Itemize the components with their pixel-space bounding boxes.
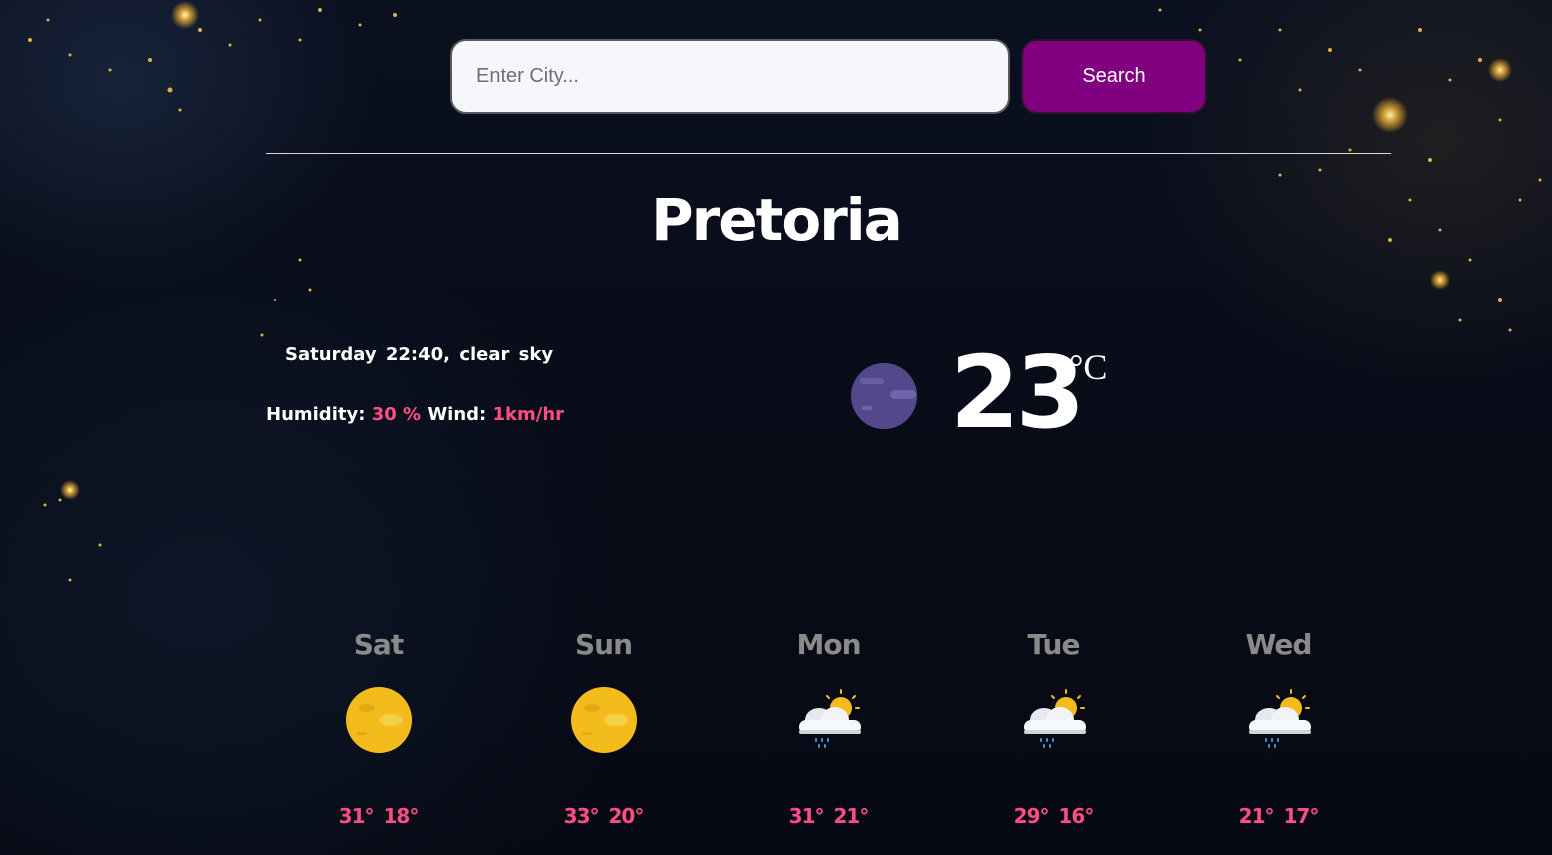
forecast-day-name: Tue: [1027, 628, 1081, 661]
forecast-high: 31°: [338, 804, 375, 828]
forecast-day: Mon 31° 21°: [716, 628, 941, 848]
sun-icon: [346, 687, 412, 753]
humidity-label: Humidity:: [266, 404, 366, 425]
forecast-low: 21°: [833, 804, 870, 828]
forecast-high: 21°: [1238, 804, 1275, 828]
current-temperature: 23: [950, 334, 1085, 451]
search-button[interactable]: Search: [1021, 39, 1207, 114]
weather-app: Search Pretoria Saturday 22:40, clear sk…: [0, 0, 1552, 855]
current-details: Humidity: 30 % Wind: 1km/hr: [266, 404, 564, 425]
temperature-unit: °C: [1069, 347, 1108, 387]
wind-value: 1km/hr: [492, 404, 565, 425]
moon-icon: [851, 363, 917, 429]
forecast-temps: 31° 21°: [716, 804, 941, 828]
forecast-day-name: Sun: [574, 628, 633, 661]
divider: [266, 153, 1391, 154]
forecast-day-name: Mon: [796, 628, 861, 661]
forecast-low: 18°: [383, 804, 420, 828]
current-conditions: Saturday 22:40, clear sky: [285, 344, 553, 365]
forecast-day-name: Wed: [1245, 628, 1313, 661]
forecast-low: 17°: [1283, 804, 1320, 828]
forecast-low: 16°: [1058, 804, 1095, 828]
forecast-high: 31°: [788, 804, 825, 828]
rain-cloud-sun-icon: [1249, 689, 1311, 748]
weather-description: clear sky: [459, 344, 554, 365]
day-time: Saturday 22:40,: [285, 344, 451, 365]
forecast-temps: 21° 17°: [1166, 804, 1391, 828]
city-search-input[interactable]: [450, 39, 1010, 114]
sun-icon: [571, 687, 637, 753]
forecast-row: Sat 31° 18° Sun 33° 20° Mon 31° 21° Tue …: [266, 628, 1391, 848]
forecast-high: 33°: [563, 804, 600, 828]
wind-label: Wind:: [427, 404, 487, 425]
humidity-value: 30 %: [371, 404, 422, 425]
forecast-temps: 31° 18°: [266, 804, 491, 828]
forecast-day-name: Sat: [353, 628, 404, 661]
rain-cloud-sun-icon: [1024, 689, 1086, 748]
forecast-day: Sun 33° 20°: [491, 628, 716, 848]
search-bar: Search: [450, 39, 1207, 115]
forecast-high: 29°: [1013, 804, 1050, 828]
forecast-day: Tue 29° 16°: [941, 628, 1166, 848]
rain-cloud-sun-icon: [799, 689, 861, 748]
forecast-day: Sat 31° 18°: [266, 628, 491, 848]
city-name: Pretoria: [651, 186, 903, 254]
forecast-day: Wed 21° 17°: [1166, 628, 1391, 848]
forecast-temps: 29° 16°: [941, 804, 1166, 828]
forecast-temps: 33° 20°: [491, 804, 716, 828]
forecast-low: 20°: [608, 804, 645, 828]
